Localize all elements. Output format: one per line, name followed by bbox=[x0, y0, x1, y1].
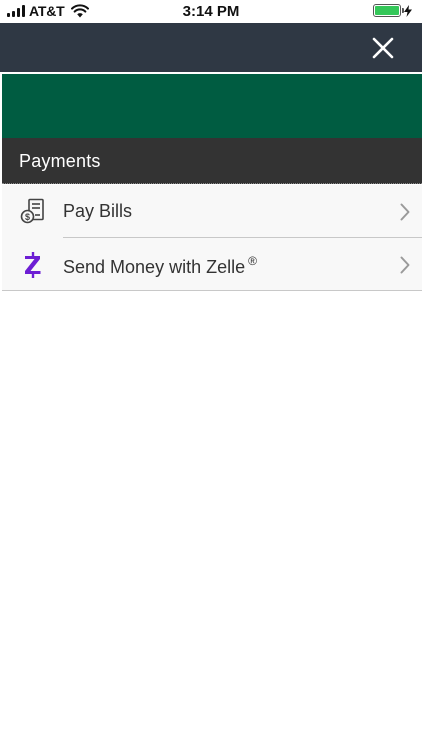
chevron-right-icon bbox=[400, 203, 410, 221]
divider bbox=[2, 290, 422, 291]
status-bar: AT&T 3:14 PM bbox=[0, 0, 422, 23]
battery-icon bbox=[373, 4, 404, 17]
menu-item-label: Pay Bills bbox=[63, 201, 133, 221]
status-time: 3:14 PM bbox=[182, 3, 240, 20]
payments-menu: $ Pay Bills Send Money with Zelle ® bbox=[2, 185, 422, 291]
zelle-icon bbox=[25, 252, 41, 278]
status-right bbox=[373, 4, 412, 17]
close-icon[interactable] bbox=[370, 35, 396, 61]
section-header: Payments bbox=[2, 138, 422, 184]
charging-bolt-icon bbox=[404, 4, 412, 17]
menu-item-pay-bills[interactable]: $ Pay Bills bbox=[2, 185, 422, 238]
nav-bar bbox=[0, 23, 422, 72]
brand-banner bbox=[2, 74, 422, 138]
menu-item-label-text: Send Money with Zelle bbox=[63, 257, 246, 277]
bill-icon: $ bbox=[20, 198, 44, 224]
menu-item-send-money-zelle[interactable]: Send Money with Zelle ® bbox=[2, 238, 422, 291]
section-title: Payments bbox=[19, 151, 101, 171]
chevron-right-icon bbox=[400, 256, 410, 274]
menu-item-label: Send Money with Zelle ® bbox=[63, 254, 257, 278]
svg-text:$: $ bbox=[25, 212, 30, 222]
registered-mark: ® bbox=[248, 254, 257, 268]
